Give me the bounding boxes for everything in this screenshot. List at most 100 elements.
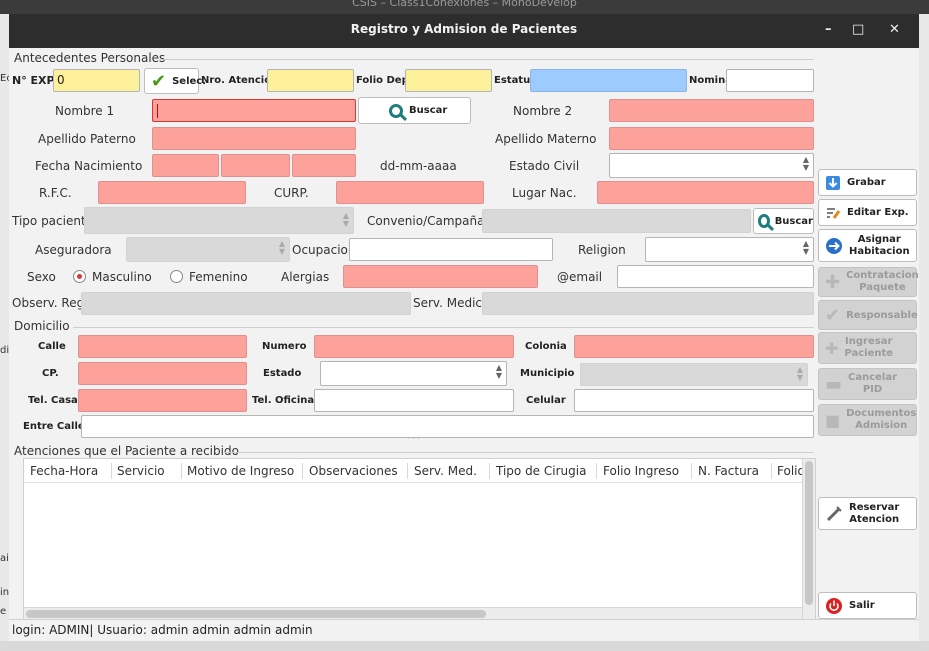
celular-field[interactable] xyxy=(574,389,814,412)
rfc-field[interactable] xyxy=(98,181,246,204)
editar-exp-button[interactable]: Editar Exp. xyxy=(818,199,917,226)
contratacion-paquete-button[interactable]: ✚ Contratacion Paquete xyxy=(818,267,919,297)
responsable-label: Responsable xyxy=(846,309,918,321)
email-field[interactable] xyxy=(617,265,814,288)
table-horizontal-scrollbar[interactable] xyxy=(24,607,802,619)
ingresar-paciente-button[interactable]: ✚ Ingresar Paciente xyxy=(818,332,917,364)
table-header: Fecha-Hora Servicio Motivo de Ingreso Ob… xyxy=(24,459,805,483)
nomina-field[interactable] xyxy=(726,69,814,92)
observ-reg-label: Observ. Reg. xyxy=(12,296,89,310)
column-header-servicio[interactable]: Servicio xyxy=(117,464,165,478)
observ-reg-field[interactable] xyxy=(81,292,411,315)
cp-label: CP. xyxy=(42,368,59,379)
folio-dep-field[interactable] xyxy=(405,69,492,92)
spin-arrows-icon: ▲ ▼ xyxy=(342,211,349,228)
lugar-nac-label: Lugar Nac. xyxy=(512,186,577,200)
search-icon xyxy=(758,214,770,228)
aseguradora-select[interactable]: ▲ ▼ xyxy=(126,237,290,262)
femenino-radio[interactable] xyxy=(170,270,183,283)
responsable-button[interactable]: ✔ Responsable xyxy=(818,300,918,330)
curp-field[interactable] xyxy=(336,181,484,204)
documentos-admision-button[interactable]: ■ Documentos Admision xyxy=(818,404,917,436)
apellido-materno-field[interactable] xyxy=(609,127,814,150)
contratacion-label: Contratacion Paquete xyxy=(846,270,919,293)
reservar-atencion-button[interactable]: Reservar Atencion xyxy=(818,497,917,530)
salir-button[interactable]: Salir xyxy=(818,592,917,619)
asignar-label: Asignar Habitacion xyxy=(849,233,910,257)
masculino-radio[interactable] xyxy=(73,270,86,283)
spin-arrows-icon: ▲ ▼ xyxy=(278,239,285,256)
nro-atencion-field[interactable] xyxy=(267,69,354,92)
lugar-nac-field[interactable] xyxy=(597,181,814,204)
column-header-tipo-cirugia[interactable]: Tipo de Cirugia xyxy=(496,464,586,478)
fecha-dia-field[interactable] xyxy=(152,154,219,177)
fecha-mes-field[interactable] xyxy=(221,154,290,177)
municipio-label: Municipio xyxy=(520,368,575,379)
minimize-icon[interactable]: – xyxy=(825,22,832,37)
estado-civil-select[interactable]: ▲ ▼ xyxy=(609,153,814,178)
buscar-convenio-button[interactable]: Buscar xyxy=(753,208,814,234)
close-icon[interactable]: ✕ xyxy=(889,22,900,37)
column-header-n-factura[interactable]: N. Factura xyxy=(698,464,759,478)
fecha-format-hint: dd-mm-aaaa xyxy=(380,159,457,173)
asignar-habitacion-button[interactable]: Asignar Habitacion xyxy=(818,229,917,262)
status-divider xyxy=(9,619,919,620)
apellido-materno-label: Apellido Materno xyxy=(495,132,597,146)
spin-arrows-icon: ▲ ▼ xyxy=(802,239,809,256)
section-divider xyxy=(224,452,814,453)
section-atenciones-title: Atenciones que el Paciente a recibido xyxy=(14,444,239,458)
tel-casa-field[interactable] xyxy=(78,389,247,412)
convenio-field[interactable] xyxy=(482,209,751,233)
estado-select[interactable]: ▲ ▼ xyxy=(320,361,507,386)
select-expediente-button[interactable]: ✔ Selec. xyxy=(144,68,206,94)
atenciones-table[interactable]: Fecha-Hora Servicio Motivo de Ingreso Ob… xyxy=(23,458,816,620)
nexp-field[interactable]: 0 xyxy=(53,69,140,92)
maximize-icon[interactable]: □ xyxy=(852,22,864,37)
calle-field[interactable] xyxy=(78,335,247,358)
buscar-button-label: Buscar xyxy=(409,105,448,116)
ocupacion-field[interactable] xyxy=(349,238,553,261)
cp-field[interactable] xyxy=(78,362,247,385)
cancelar-label: Cancelar PID xyxy=(848,372,898,395)
checkmark-icon: ✔ xyxy=(825,304,841,326)
buscar-paciente-button[interactable]: Buscar xyxy=(358,97,471,124)
scrollbar-thumb[interactable] xyxy=(26,610,486,618)
nombre1-field[interactable] xyxy=(152,99,356,122)
nombre2-field[interactable] xyxy=(609,99,814,122)
alergias-field[interactable] xyxy=(343,265,538,288)
column-header-folio[interactable]: Folio xyxy=(777,464,805,478)
tel-oficina-field[interactable] xyxy=(314,389,514,412)
serv-medico-field[interactable] xyxy=(482,292,814,315)
fecha-anio-field[interactable] xyxy=(292,154,356,177)
numero-field[interactable] xyxy=(314,335,514,358)
scrollbar-thumb[interactable] xyxy=(805,461,813,605)
bg-fragment: e xyxy=(0,606,7,617)
column-header-motivo[interactable]: Motivo de Ingreso xyxy=(187,464,294,478)
section-personal-title: Antecedentes Personales xyxy=(14,51,166,65)
column-header-observaciones[interactable]: Observaciones xyxy=(309,464,398,478)
serv-medico-label: Serv. Medico xyxy=(413,296,490,310)
nombre2-label: Nombre 2 xyxy=(513,104,573,118)
column-header-folio-ingreso[interactable]: Folio Ingreso xyxy=(603,464,679,478)
fecha-nacimiento-label: Fecha Nacimiento xyxy=(35,159,143,173)
window-titlebar[interactable]: Registro y Admision de Pacientes – □ ✕ xyxy=(9,14,919,48)
background-right-strip xyxy=(919,14,929,651)
column-header-serv-med[interactable]: Serv. Med. xyxy=(414,464,477,478)
religion-select[interactable]: ▲ ▼ xyxy=(645,237,814,262)
table-vertical-scrollbar[interactable] xyxy=(802,459,815,619)
ingresar-label: Ingresar Paciente xyxy=(844,336,894,359)
document-icon: ■ xyxy=(825,410,841,430)
tipo-paciente-select[interactable]: ▲ ▼ xyxy=(84,207,354,234)
estatus-field[interactable] xyxy=(530,69,687,92)
colonia-field[interactable] xyxy=(574,335,814,358)
syringe-icon xyxy=(826,505,842,521)
cancelar-pid-button[interactable]: ▬ Cancelar PID xyxy=(818,368,917,400)
apellido-paterno-field[interactable] xyxy=(152,127,356,150)
tel-casa-label: Tel. Casa xyxy=(28,395,78,406)
colonia-label: Colonia xyxy=(525,341,567,352)
column-header-fecha-hora[interactable]: Fecha-Hora xyxy=(30,464,98,478)
splitter-grip-icon[interactable]: · · · xyxy=(407,434,420,443)
entre-calles-field[interactable] xyxy=(81,415,814,438)
grabar-button[interactable]: Grabar xyxy=(818,169,917,196)
municipio-select[interactable]: ▲ ▼ xyxy=(580,363,808,386)
